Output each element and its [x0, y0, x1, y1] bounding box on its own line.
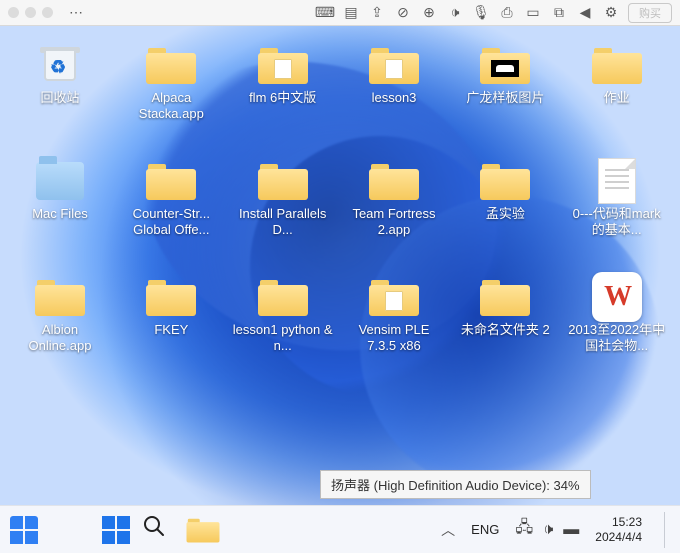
folder-fkey[interactable]: FKEY: [119, 276, 223, 354]
desktop-icon-label: Albion Online.app: [10, 322, 110, 354]
ellipsis-icon[interactable]: ⋯: [67, 4, 85, 22]
folder-vensim-icon: [368, 276, 420, 318]
desktop-icon-label: 孟实验: [486, 206, 525, 222]
file-code-mark-icon: [591, 160, 643, 202]
window-traffic-lights: [8, 7, 53, 18]
folder-tf2[interactable]: Team Fortress 2.app: [342, 160, 446, 238]
folder-tf2-icon: [368, 160, 420, 202]
taskbar: ︿ ENG 🖧 🕩 ▬ 15:23 2024/4/4: [0, 505, 680, 553]
desktop-icon-label: FKEY: [154, 322, 188, 338]
folder-install-parallels-icon: [257, 160, 309, 202]
network-tray-icon[interactable]: 🖧: [515, 516, 533, 543]
no-network-icon[interactable]: ⊘: [394, 4, 412, 22]
desktop[interactable]: ♻ 回收站 Alpaca Stacka.app flm 6中文版 lesson3 广龙样板…: [0, 26, 680, 505]
folder-meng-experiment-icon: [479, 160, 531, 202]
mic-icon[interactable]: 🎙: [472, 4, 490, 22]
tray-overflow-button[interactable]: ︿: [441, 520, 455, 540]
clock-time: 15:23: [612, 515, 642, 530]
start-button[interactable]: [102, 516, 130, 544]
cpu-icon[interactable]: ▤: [342, 4, 360, 22]
sound-icon[interactable]: 🕩: [446, 4, 464, 22]
desktop-icon-label: lesson3: [372, 90, 417, 106]
folder-vensim[interactable]: Vensim PLE 7.3.5 x86: [342, 276, 446, 354]
desktop-icon-label: 广龙样板图片: [466, 90, 544, 106]
desktop-icon-label: 2013至2022年中国社会物...: [567, 322, 667, 354]
taskbar-clock[interactable]: 15:23 2024/4/4: [595, 515, 642, 545]
taskbar-explorer-button[interactable]: [178, 511, 228, 549]
desktop-icon-label: 未命名文件夹 2: [461, 322, 550, 338]
language-indicator[interactable]: ENG: [471, 522, 499, 537]
folder-untitled-2[interactable]: 未命名文件夹 2: [453, 276, 557, 354]
folder-albion[interactable]: Albion Online.app: [8, 276, 112, 354]
printer-icon[interactable]: ⎙: [498, 4, 516, 22]
taskbar-search-button[interactable]: [142, 514, 166, 545]
folder-guanglong-images-icon: [479, 44, 531, 86]
folder-mac-files[interactable]: Mac Files: [8, 160, 112, 238]
volume-tray-icon[interactable]: 🕩: [543, 521, 553, 539]
folder-homework-icon: [591, 44, 643, 86]
desktop-icon-label: Vensim PLE 7.3.5 x86: [344, 322, 444, 354]
folder-lesson1-python-icon: [257, 276, 309, 318]
desktop-icon-label: 0---代码和mark的基本...: [567, 206, 667, 238]
desktop-icon-label: Counter-Str... Global Offe...: [121, 206, 221, 238]
close-dot[interactable]: [8, 7, 19, 18]
desktop-icon-label: Install Parallels D...: [233, 206, 333, 238]
folder-meng-experiment[interactable]: 孟实验: [453, 160, 557, 238]
folder-lesson1-python[interactable]: lesson1 python & n...: [231, 276, 335, 354]
camera-icon[interactable]: ▭: [524, 4, 542, 22]
desktop-icon-label: Team Fortress 2.app: [344, 206, 444, 238]
volume-tooltip: 扬声器 (High Definition Audio Device): 34%: [320, 470, 591, 499]
gear-icon[interactable]: ⚙: [602, 4, 620, 22]
desktop-icon-label: 回收站: [40, 90, 79, 106]
file-code-mark[interactable]: 0---代码和mark的基本...: [565, 160, 669, 238]
folder-alpaca-stacka[interactable]: Alpaca Stacka.app: [119, 44, 223, 122]
folder-fkey-icon: [145, 276, 197, 318]
back-triangle-icon[interactable]: ◀: [576, 4, 594, 22]
recycle-bin-icon: ♻: [34, 44, 86, 86]
battery-tray-icon[interactable]: ▬: [563, 521, 579, 539]
mac-menubar: ⋯ ⌨ ▤ ⇪ ⊘ ⊕ 🕩 🎙 ⎙ ▭ ⧉ ◀ ⚙ 购买: [0, 0, 680, 26]
minimize-dot[interactable]: [25, 7, 36, 18]
clock-date: 2024/4/4: [595, 530, 642, 545]
folder-guanglong-images[interactable]: 广龙样板图片: [453, 44, 557, 122]
globe-icon[interactable]: ⊕: [420, 4, 438, 22]
folder-install-parallels[interactable]: Install Parallels D...: [231, 160, 335, 238]
desktop-icon-label: Alpaca Stacka.app: [121, 90, 221, 122]
desktop-icon-label: 作业: [604, 90, 630, 106]
zoom-dot[interactable]: [42, 7, 53, 18]
keyboard-icon[interactable]: ⌨: [316, 4, 334, 22]
desktop-icon-label: lesson1 python & n...: [233, 322, 333, 354]
folder-csgo[interactable]: Counter-Str... Global Offe...: [119, 160, 223, 238]
widgets-button[interactable]: [10, 516, 38, 544]
show-desktop-edge[interactable]: [664, 512, 670, 548]
recycle-bin[interactable]: ♻ 回收站: [8, 44, 112, 122]
folder-alpaca-stacka-icon: [145, 44, 197, 86]
folder-csgo-icon: [145, 160, 197, 202]
buy-button[interactable]: 购买: [628, 3, 672, 23]
folder-flm6-icon: [257, 44, 309, 86]
file-wps-2013-2022[interactable]: W 2013至2022年中国社会物...: [565, 276, 669, 354]
folder-flm6[interactable]: flm 6中文版: [231, 44, 335, 122]
folder-untitled-2-icon: [479, 276, 531, 318]
desktop-icon-label: Mac Files: [32, 206, 88, 222]
folder-mac-files-icon: [34, 160, 86, 202]
folder-albion-icon: [34, 276, 86, 318]
folder-lesson3-icon: [368, 44, 420, 86]
desktop-icon-label: flm 6中文版: [249, 90, 316, 106]
pip-icon[interactable]: ⧉: [550, 4, 568, 22]
usb-icon[interactable]: ⇪: [368, 4, 386, 22]
folder-homework[interactable]: 作业: [565, 44, 669, 122]
file-wps-2013-2022-icon: W: [591, 276, 643, 318]
folder-lesson3[interactable]: lesson3: [342, 44, 446, 122]
